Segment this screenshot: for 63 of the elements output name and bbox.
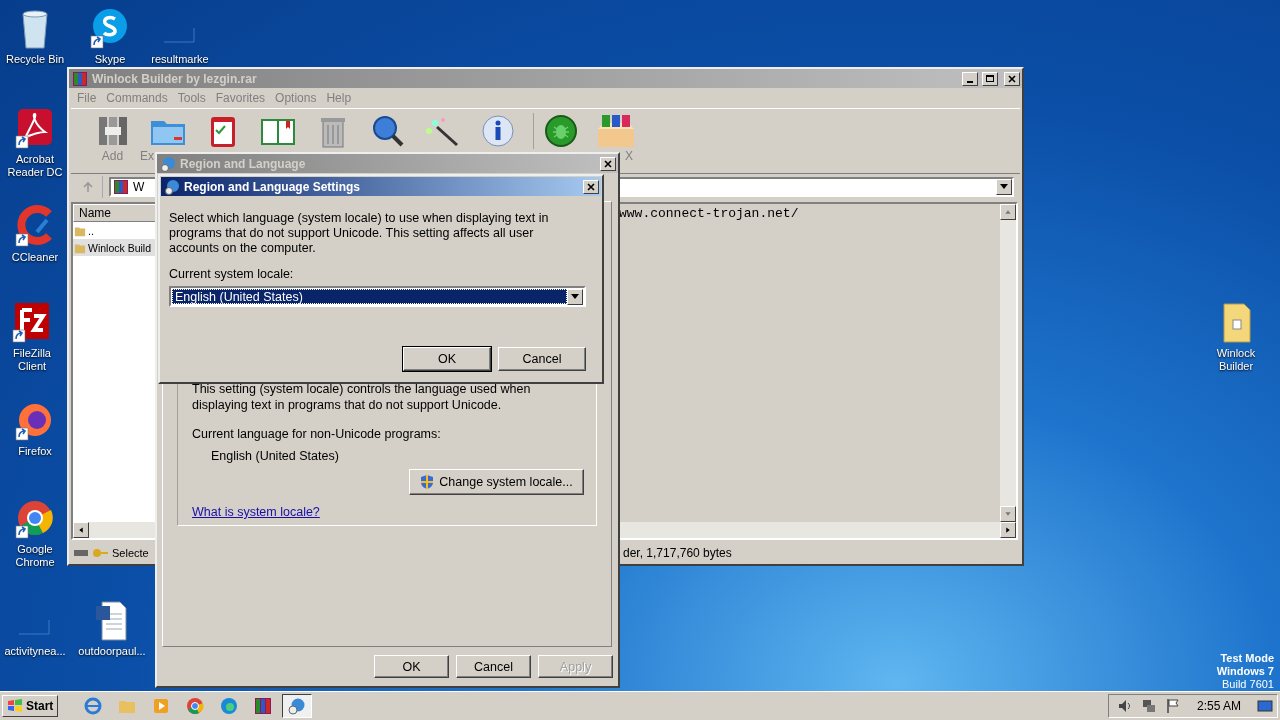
test-mode-text: Test Mode: [1220, 652, 1274, 665]
description-text: This setting (system locale) controls the language used when displaying text in programs that do not support Unicode.: [192, 381, 532, 413]
desktop-icon-label[interactable]: Firefox: [18, 445, 52, 458]
dialog-button[interactable]: Cancel: [456, 655, 531, 678]
scroll-right-icon[interactable]: [1000, 522, 1016, 538]
help-link[interactable]: What is system locale?: [192, 505, 320, 519]
desktop-icon-label[interactable]: outdoorpaul...: [78, 645, 146, 658]
desktop-icon-label[interactable]: FileZilla Client: [0, 347, 64, 373]
desktop-icon-label[interactable]: Winlock Builder: [1200, 347, 1272, 373]
scroll-down-icon[interactable]: [1000, 506, 1016, 522]
app-icon[interactable]: [15, 106, 55, 150]
app-icon[interactable]: [90, 6, 130, 50]
taskbar-button[interactable]: [282, 694, 313, 718]
archive-icon[interactable]: [254, 697, 273, 715]
dialog-button[interactable]: OK: [403, 347, 491, 371]
globe-clock-icon: [160, 155, 176, 172]
desktop-icon-label[interactable]: Skype: [94, 53, 126, 66]
desktop-icon-label[interactable]: Google Chrome: [3, 543, 67, 569]
archive-comment: www.connect-trojan.net/: [619, 206, 799, 221]
network-icon[interactable]: [1140, 698, 1157, 714]
scroll-up-icon[interactable]: [1000, 204, 1016, 220]
archive-icon: [72, 70, 88, 87]
test-mode-text: Build 7601: [1222, 678, 1274, 691]
minimize-button[interactable]: [962, 71, 978, 86]
desktop-icon-label[interactable]: resultmarke: [151, 53, 209, 66]
browser-icon[interactable]: [186, 697, 205, 715]
globe-clock-icon: [164, 178, 180, 195]
show-desktop-icon[interactable]: [1257, 698, 1273, 714]
field-value: English (United States): [210, 449, 340, 463]
maximize-button[interactable]: [982, 71, 998, 86]
desktop-icon-label[interactable]: Recycle Bin: [5, 53, 65, 66]
desktop-icon-label[interactable]: CCleaner: [11, 251, 59, 264]
app-icon[interactable]: [15, 204, 55, 248]
windows-logo-icon[interactable]: [7, 698, 23, 714]
status-text: Selecte: [112, 547, 149, 559]
flag-icon[interactable]: [1164, 698, 1181, 714]
vertical-scrollbar[interactable]: [1000, 204, 1016, 522]
status-text: der, 1,717,760 bytes: [623, 546, 732, 560]
clock-text[interactable]: 2:55 AM: [1196, 699, 1241, 713]
start-button[interactable]: Start: [2, 695, 59, 717]
desktop-icon-label[interactable]: Acrobat Reader DC: [3, 153, 67, 179]
dialog-title: Region and Language Settings: [184, 179, 360, 194]
dialog-button[interactable]: OK: [374, 655, 449, 678]
drive-key-icon: [73, 546, 109, 560]
change-locale-button[interactable]: Change system locale...: [409, 469, 584, 495]
browser-icon[interactable]: [84, 697, 103, 715]
dropdown-arrow-icon[interactable]: [571, 293, 579, 300]
shield-icon[interactable]: [420, 474, 435, 490]
scroll-left-icon[interactable]: [73, 522, 89, 538]
dialog-button[interactable]: Cancel: [498, 347, 586, 371]
locale-dropdown[interactable]: English (United States): [169, 286, 586, 307]
dropdown-arrow-icon[interactable]: [1000, 184, 1008, 190]
app-icon[interactable]: [12, 300, 52, 344]
box-icon[interactable]: [595, 113, 636, 149]
window-title: Winlock Builder by lezgin.rar: [92, 71, 257, 86]
field-label: Current system locale:: [169, 267, 295, 281]
speaker-icon[interactable]: [1116, 698, 1133, 714]
archive-icon: [113, 179, 129, 195]
globe-icon[interactable]: [288, 697, 307, 715]
test-mode-text: Windows 7: [1216, 665, 1274, 678]
field-label: Current language for non-Unicode programs:: [192, 427, 442, 441]
dialog-title: Region and Language: [180, 156, 306, 171]
desktop-icon-label[interactable]: activitynea...: [4, 645, 66, 658]
